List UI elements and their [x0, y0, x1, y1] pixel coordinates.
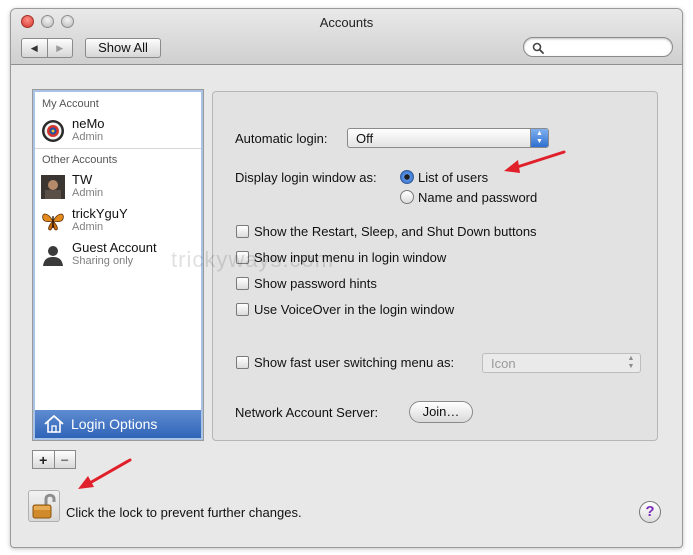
popup-arrows-icon: ▲ ▼ [530, 129, 548, 147]
remove-user-button[interactable]: − [53, 451, 76, 468]
add-remove-control: + − [32, 450, 76, 469]
automatic-login-popup[interactable]: Off ▲ ▼ [347, 128, 549, 148]
lock-status-text: Click the lock to prevent further change… [66, 505, 302, 520]
add-user-button[interactable]: + [33, 451, 54, 468]
user-role: Admin [72, 187, 104, 199]
open-padlock-icon [32, 493, 56, 519]
login-options-label: Login Options [71, 416, 158, 432]
show-all-button[interactable]: Show All [85, 38, 161, 58]
user-list-item[interactable]: trickYguY Admin [41, 206, 201, 236]
user-name: neMo [72, 116, 105, 131]
forward-button[interactable]: ▶ [46, 39, 73, 57]
display-login-label: Display login window as: [235, 170, 377, 185]
list-of-users-label[interactable]: List of users [418, 170, 488, 185]
password-hints-checkbox[interactable] [236, 277, 249, 290]
radio-list-of-users[interactable] [400, 170, 414, 184]
help-button[interactable]: ? [639, 501, 661, 523]
popup-arrows-icon: ▲ ▼ [627, 355, 635, 370]
name-and-password-label[interactable]: Name and password [418, 190, 537, 205]
back-forward-control: ◀ ▶ [21, 38, 73, 58]
my-account-header: My Account [42, 98, 99, 110]
fast-switching-label[interactable]: Show fast user switching menu as: [254, 355, 454, 370]
sidebar-item-login-options[interactable]: Login Options [35, 410, 201, 438]
titlebar: Accounts ◀ ▶ Show All [11, 9, 682, 65]
user-name: trickYguY [72, 206, 128, 221]
person-silhouette-avatar-icon [43, 246, 63, 266]
restart-buttons-checkbox[interactable] [236, 225, 249, 238]
automatic-login-value: Off [356, 131, 374, 146]
butterfly-avatar-icon [42, 213, 64, 231]
back-button[interactable]: ◀ [22, 39, 47, 57]
user-list-item[interactable]: TW Admin [41, 172, 201, 202]
network-server-label: Network Account Server: [235, 405, 379, 420]
target-avatar-icon [42, 120, 64, 142]
fast-switching-value: Icon [491, 356, 516, 371]
other-accounts-header: Other Accounts [42, 154, 118, 166]
fast-switching-checkbox[interactable] [236, 356, 249, 369]
annotation-arrow-icon [504, 150, 566, 173]
voiceover-checkbox[interactable] [236, 303, 249, 316]
user-role: Admin [72, 131, 104, 143]
password-hints-label[interactable]: Show password hints [254, 276, 377, 291]
list-divider [35, 148, 201, 149]
photo-avatar-icon [41, 175, 65, 199]
annotation-arrow-icon [78, 458, 132, 489]
watermark: trickyways.com [171, 247, 335, 272]
automatic-login-label: Automatic login: [235, 131, 328, 146]
user-list-item[interactable]: neMo Admin [41, 116, 201, 146]
window-title: Accounts [319, 15, 374, 30]
restart-buttons-label[interactable]: Show the Restart, Sleep, and Shut Down b… [254, 224, 537, 239]
voiceover-label[interactable]: Use VoiceOver in the login window [254, 302, 454, 317]
user-name: TW [72, 172, 93, 187]
join-button[interactable]: Join… [409, 401, 473, 423]
lock-button[interactable] [28, 490, 60, 522]
fast-switching-popup[interactable]: Icon ▲ ▼ [482, 353, 641, 373]
user-name: Guest Account [72, 240, 157, 255]
search-icon [532, 42, 544, 54]
user-role: Admin [72, 221, 104, 233]
house-icon [44, 415, 64, 433]
user-role: Sharing only [72, 255, 134, 267]
search-input[interactable] [523, 37, 673, 57]
radio-name-and-password[interactable] [400, 190, 414, 204]
